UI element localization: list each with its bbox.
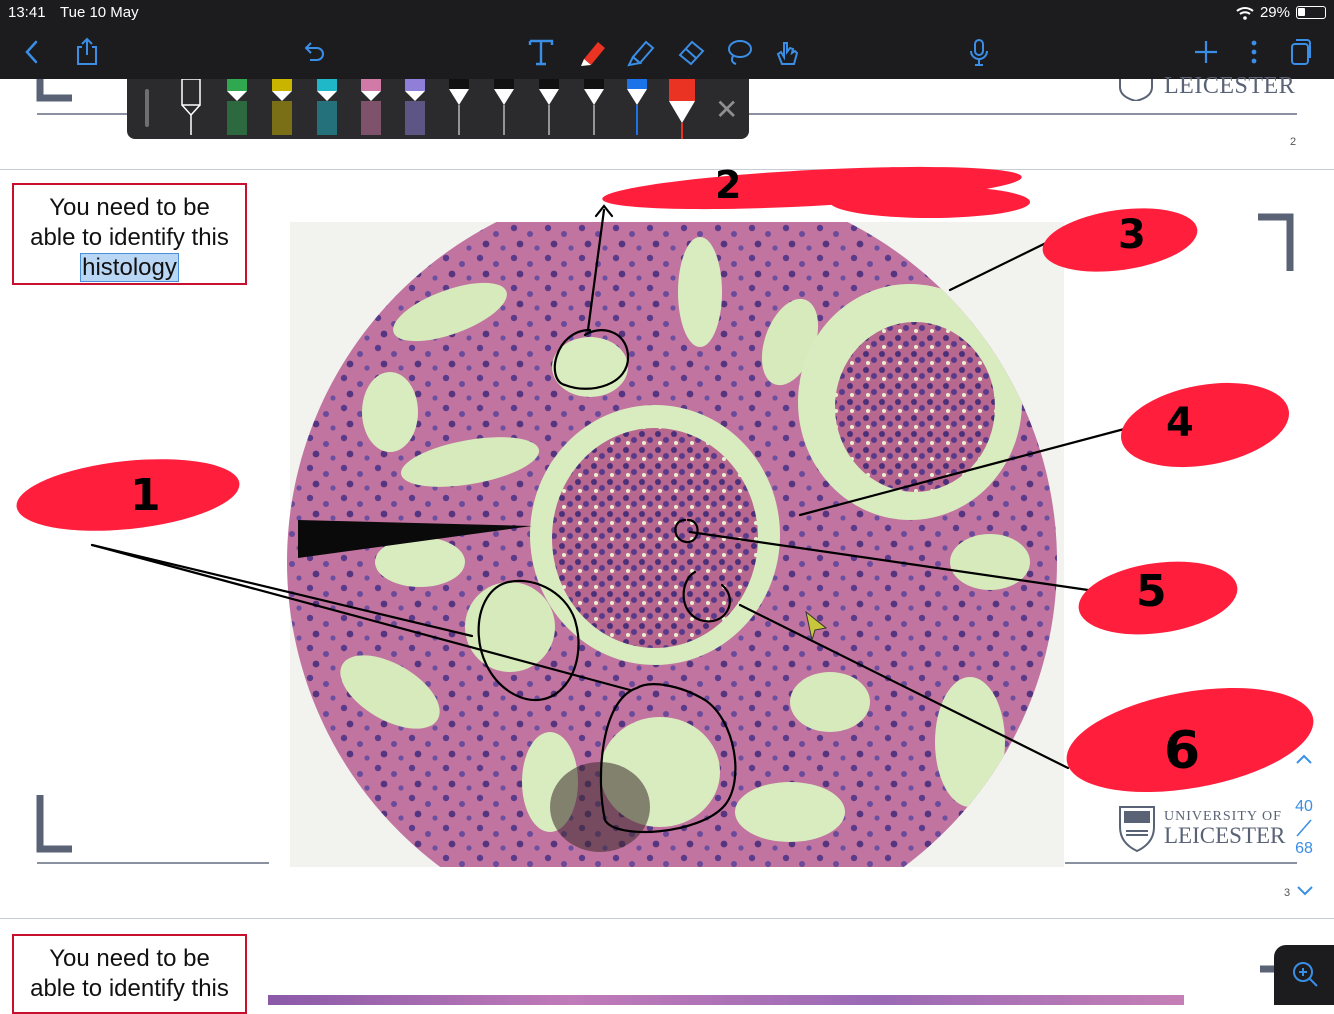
pen-red-selected[interactable] [667, 79, 697, 139]
logo-text-partial: LEICESTER [1164, 73, 1296, 99]
callout-line-1: You need to be [49, 945, 210, 972]
plus-icon[interactable] [1188, 34, 1224, 70]
status-date: Tue 10 May [60, 4, 139, 21]
pen-black[interactable] [582, 79, 606, 135]
highlighter-pink[interactable] [359, 79, 383, 135]
corner-mark [36, 79, 72, 102]
pen-black[interactable] [447, 79, 471, 135]
undo-icon[interactable] [296, 34, 332, 70]
highlighter-teal[interactable] [315, 79, 339, 135]
status-bar: 13:41 Tue 10 May 29% [0, 0, 1334, 24]
highlighter-yellow[interactable] [270, 79, 294, 135]
callout-line-2: able to identify this [30, 224, 229, 251]
more-vertical-icon[interactable] [1236, 34, 1272, 70]
lasso-icon[interactable] [721, 34, 757, 70]
pen-blue[interactable] [625, 79, 649, 135]
palette-handle[interactable] [145, 89, 149, 127]
page-number-upper: 2 [1290, 136, 1297, 148]
page-current: 40 [1295, 798, 1313, 815]
highlighter-green[interactable] [225, 79, 249, 135]
corner-mark [36, 795, 72, 853]
zoom-in-button[interactable] [1274, 945, 1334, 1005]
page-separator [1296, 819, 1312, 837]
page-number-lower: 3 [1284, 887, 1291, 899]
text-tool-icon[interactable] [523, 34, 559, 70]
footer-rule [1065, 862, 1297, 864]
next-slide-image [268, 995, 1184, 1005]
page-total: 68 [1295, 840, 1313, 857]
chevron-up-icon[interactable] [1290, 752, 1318, 771]
wifi-icon [1236, 6, 1254, 20]
callout-line-1: You need to be [49, 194, 210, 221]
histology-image [287, 222, 1064, 867]
highlighter-purple[interactable] [403, 79, 427, 135]
battery-percent: 29% [1259, 4, 1290, 21]
page-divider [0, 918, 1334, 919]
logo-line-2: LEICESTER [1164, 823, 1286, 848]
callout-box-next: You need to be able to identify this [12, 934, 247, 1014]
chevron-left-icon[interactable] [14, 34, 50, 70]
battery-icon [1296, 6, 1326, 19]
pen-palette: ✕ [127, 79, 749, 139]
highlighted-word[interactable]: histology [80, 253, 179, 282]
university-crest-icon [1119, 806, 1155, 853]
eraser-icon[interactable] [673, 34, 709, 70]
footer-rule [37, 862, 269, 864]
highlighter-icon[interactable] [623, 34, 659, 70]
pen-black[interactable] [492, 79, 516, 135]
page-divider [0, 169, 1334, 170]
pen-icon[interactable] [575, 34, 611, 70]
close-icon[interactable]: ✕ [715, 96, 738, 124]
callout-line-2: able to identify this [30, 975, 229, 1002]
corner-mark [1258, 213, 1294, 271]
status-right: 29% [1236, 4, 1326, 21]
crest-icon [1119, 79, 1153, 101]
microphone-icon[interactable] [961, 34, 997, 70]
hand-touch-icon[interactable] [769, 34, 805, 70]
callout-box: You need to be able to identify this his… [12, 183, 247, 285]
pencil-white[interactable] [179, 79, 203, 135]
pen-black[interactable] [537, 79, 561, 135]
share-icon[interactable] [69, 34, 105, 70]
chevron-down-icon[interactable] [1294, 884, 1316, 903]
zoom-in-icon [1293, 962, 1318, 987]
status-time: 13:41 [8, 4, 46, 21]
app-toolbar [0, 24, 1334, 79]
pages-icon[interactable] [1283, 34, 1319, 70]
